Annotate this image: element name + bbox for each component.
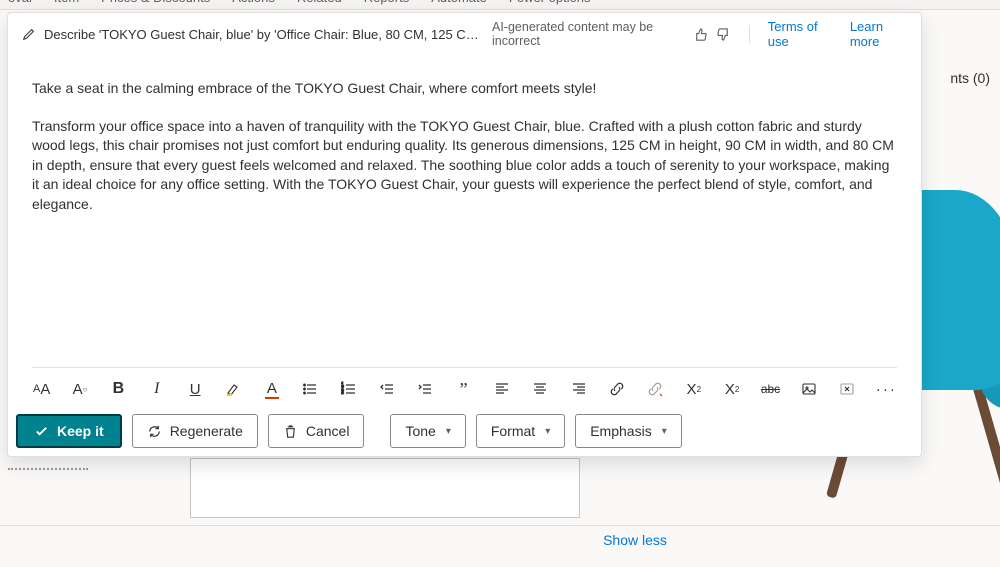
align-center-icon[interactable] xyxy=(531,378,550,400)
menu-item[interactable]: Actions xyxy=(232,0,275,5)
emphasis-label: Emphasis xyxy=(590,423,651,439)
learn-more-link[interactable]: Learn more xyxy=(850,19,907,49)
copilot-draft-modal: Describe 'TOKYO Guest Chair, blue' by 'O… xyxy=(7,12,922,457)
font-style-icon[interactable]: A○ xyxy=(70,378,89,400)
modal-header: Describe 'TOKYO Guest Chair, blue' by 'O… xyxy=(8,13,921,55)
clear-format-icon[interactable] xyxy=(838,378,857,400)
link-icon[interactable] xyxy=(607,378,626,400)
chevron-down-icon: ▾ xyxy=(662,426,667,437)
font-size-icon[interactable]: AA xyxy=(32,378,51,400)
format-label: Format xyxy=(491,423,535,439)
align-left-icon[interactable] xyxy=(492,378,511,400)
divider xyxy=(0,525,1000,526)
rich-text-toolbar: AA A○ B I U A 123 ” xyxy=(32,367,897,400)
bullet-list-icon[interactable] xyxy=(301,378,320,400)
regenerate-button[interactable]: Regenerate xyxy=(132,414,258,448)
underline-icon[interactable]: U xyxy=(185,378,204,400)
cancel-button[interactable]: Cancel xyxy=(268,414,365,448)
chevron-down-icon: ▾ xyxy=(446,426,451,437)
prompt-text[interactable]: Describe 'TOKYO Guest Chair, blue' by 'O… xyxy=(44,27,484,42)
menu-item[interactable]: Prices & Discounts xyxy=(101,0,210,5)
menu-item[interactable]: Item xyxy=(54,0,79,5)
chevron-down-icon: ▾ xyxy=(545,426,550,437)
keep-it-label: Keep it xyxy=(57,423,104,439)
modal-footer: Keep it Regenerate Cancel Tone ▾ Format … xyxy=(8,408,921,456)
bold-icon[interactable]: B xyxy=(109,378,128,400)
menu-item[interactable]: Related xyxy=(297,0,342,5)
menu-item[interactable]: Automate xyxy=(431,0,487,5)
menu-item[interactable]: oval xyxy=(8,0,32,5)
align-right-icon[interactable] xyxy=(569,378,588,400)
quote-icon[interactable]: ” xyxy=(454,378,473,400)
italic-icon[interactable]: I xyxy=(147,378,166,400)
outdent-icon[interactable] xyxy=(377,378,396,400)
number-list-icon[interactable]: 123 xyxy=(339,378,358,400)
strikethrough-icon[interactable]: abc xyxy=(761,378,780,400)
format-dropdown[interactable]: Format ▾ xyxy=(476,414,565,448)
thumbs-down-icon[interactable] xyxy=(716,27,731,42)
description-field[interactable] xyxy=(190,458,580,518)
cancel-label: Cancel xyxy=(306,423,350,439)
more-icon[interactable]: ··· xyxy=(876,378,897,400)
generated-paragraph: Transform your office space into a haven… xyxy=(32,117,897,215)
terms-of-use-link[interactable]: Terms of use xyxy=(768,19,832,49)
menu-item[interactable]: Fewer options xyxy=(509,0,591,5)
app-menu-bar: oval Item Prices & Discounts Actions Rel… xyxy=(0,0,1000,10)
attachments-count: nts (0) xyxy=(950,70,1000,86)
superscript-icon[interactable]: X2 xyxy=(684,378,703,400)
menu-item[interactable]: Reports xyxy=(364,0,410,5)
generated-paragraph: Take a seat in the calming embrace of th… xyxy=(32,79,897,99)
subscript-icon[interactable]: X2 xyxy=(722,378,741,400)
divider xyxy=(749,25,750,43)
tone-dropdown[interactable]: Tone ▾ xyxy=(390,414,465,448)
generated-text-area[interactable]: Take a seat in the calming embrace of th… xyxy=(8,55,921,367)
highlight-icon[interactable] xyxy=(224,378,243,400)
svg-text:3: 3 xyxy=(341,390,344,396)
field-outline xyxy=(8,462,88,470)
image-icon[interactable] xyxy=(799,378,818,400)
regenerate-label: Regenerate xyxy=(170,423,243,439)
show-less-link[interactable]: Show less xyxy=(590,532,680,548)
thumbs-up-icon[interactable] xyxy=(693,27,708,42)
font-color-icon[interactable]: A xyxy=(262,378,281,400)
tone-label: Tone xyxy=(405,423,435,439)
indent-icon[interactable] xyxy=(416,378,435,400)
ai-disclaimer: AI-generated content may be incorrect xyxy=(492,20,675,48)
unlink-icon[interactable] xyxy=(646,378,665,400)
edit-icon xyxy=(22,27,36,41)
keep-it-button[interactable]: Keep it xyxy=(16,414,122,448)
emphasis-dropdown[interactable]: Emphasis ▾ xyxy=(575,414,682,448)
